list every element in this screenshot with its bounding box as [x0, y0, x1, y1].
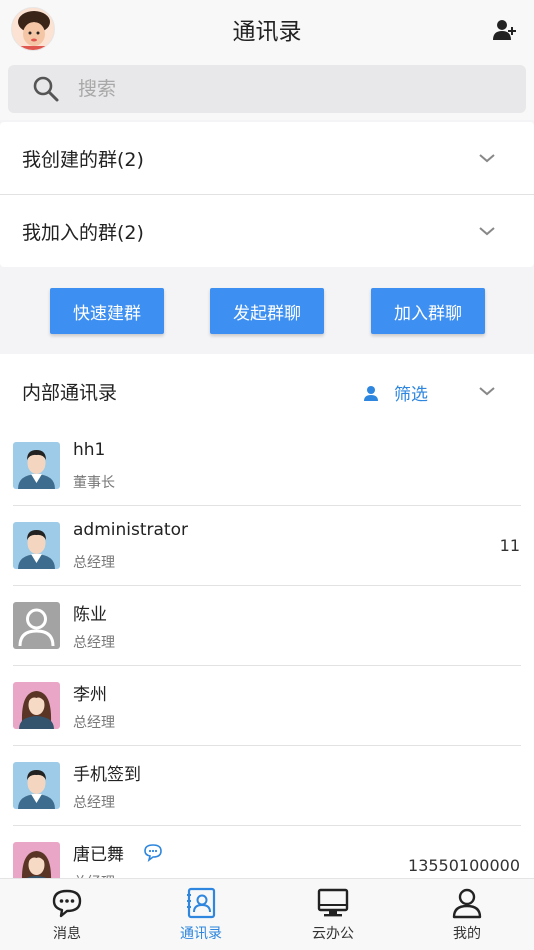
avatar: [13, 682, 60, 729]
tab-messages[interactable]: 消息: [0, 879, 134, 950]
tab-label: 云办公: [312, 926, 354, 942]
tab-contacts[interactable]: 通讯录: [134, 879, 268, 950]
contact-name: administrator: [73, 520, 188, 540]
quick-create-group-button[interactable]: 快速建群: [50, 288, 164, 334]
contact-role: 总经理: [73, 555, 115, 571]
message-icon: [52, 889, 82, 918]
chevron-down-icon: [479, 387, 495, 396]
add-contact-icon[interactable]: [492, 17, 518, 43]
join-group-chat-button[interactable]: 加入群聊: [371, 288, 485, 334]
bottom-tab-bar: 消息 通讯录 云办公 我的: [0, 878, 534, 950]
contact-row[interactable]: 唐已舞 总经理 13550100000: [0, 826, 534, 878]
tab-profile[interactable]: 我的: [400, 879, 534, 950]
contact-name: 唐已舞: [73, 845, 124, 865]
contact-role: 总经理: [73, 635, 115, 651]
chat-bubble-icon[interactable]: [142, 842, 164, 864]
top-bar: 通讯录: [0, 0, 534, 58]
profile-icon: [452, 888, 482, 919]
start-group-chat-button[interactable]: 发起群聊: [210, 288, 324, 334]
search-input[interactable]: [78, 78, 378, 100]
cloud-office-icon: [317, 888, 349, 917]
contact-name: hh1: [73, 440, 106, 460]
contact-row[interactable]: 陈业 总经理: [0, 586, 534, 666]
contact-name: 李州: [73, 685, 107, 705]
avatar: [13, 522, 60, 569]
chevron-down-icon: [479, 154, 495, 163]
contact-row[interactable]: administrator 总经理 11: [0, 506, 534, 586]
joined-groups-row[interactable]: 我加入的群(2): [0, 195, 534, 267]
search-bar: [0, 58, 534, 120]
tab-label: 通讯录: [180, 926, 222, 942]
created-groups-row[interactable]: 我创建的群(2): [0, 122, 534, 194]
contact-extra: 11: [499, 536, 520, 555]
contacts-icon: [187, 887, 216, 919]
page-title: 通讯录: [232, 19, 302, 45]
contact-role: 董事长: [73, 475, 115, 491]
chevron-down-icon: [479, 227, 495, 236]
contact-row[interactable]: hh1 董事长: [0, 426, 534, 506]
contact-row[interactable]: 李州 总经理: [0, 666, 534, 746]
filter-button[interactable]: 筛选: [362, 380, 428, 405]
contacts-header[interactable]: 内部通讯录 筛选: [0, 354, 534, 428]
user-avatar[interactable]: [11, 7, 55, 51]
contact-row[interactable]: 手机签到 总经理: [0, 746, 534, 826]
avatar: [13, 602, 60, 649]
avatar: [13, 762, 60, 809]
created-groups-label: 我创建的群(2): [22, 148, 144, 171]
filter-label: 筛选: [394, 385, 428, 405]
contact-role: 总经理: [73, 715, 115, 731]
search-icon: [33, 76, 59, 102]
joined-groups-label: 我加入的群(2): [22, 221, 144, 244]
contact-role: 总经理: [73, 795, 115, 811]
search-box[interactable]: [8, 65, 526, 113]
contact-name: 陈业: [73, 605, 107, 625]
group-list: 我创建的群(2) 我加入的群(2): [0, 122, 534, 267]
avatar: [13, 442, 60, 489]
internal-contacts: 内部通讯录 筛选 hh1 董事长 administrator 总经理 11 陈业…: [0, 354, 534, 878]
tab-label: 消息: [53, 926, 81, 942]
person-icon: [364, 385, 378, 401]
avatar: [13, 842, 60, 878]
tab-label: 我的: [453, 926, 481, 942]
contacts-title: 内部通讯录: [22, 381, 118, 404]
tab-cloud-office[interactable]: 云办公: [266, 879, 400, 950]
contact-name: 手机签到: [73, 765, 141, 785]
contact-phone: 13550100000: [408, 856, 520, 875]
